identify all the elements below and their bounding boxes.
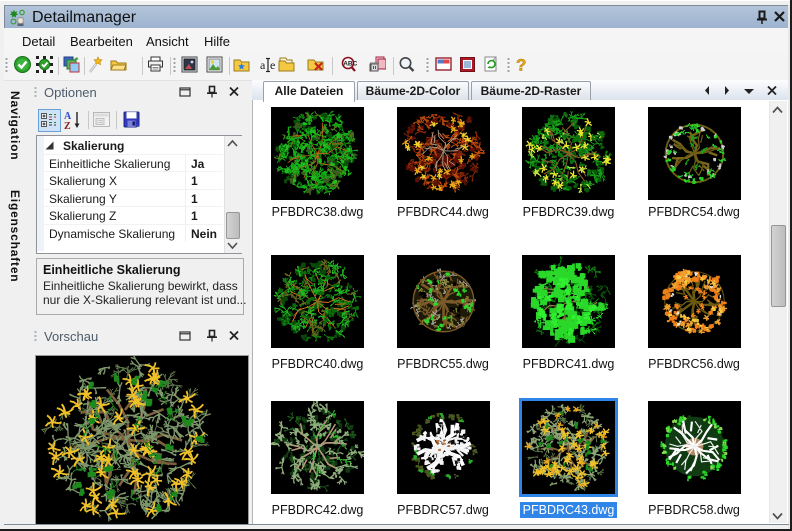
svg-text:Z: Z: [64, 121, 71, 130]
svg-text:?: ?: [516, 56, 526, 73]
svg-text:ABC: ABC: [343, 61, 357, 68]
svg-text:a: a: [260, 58, 266, 72]
svg-text:e: e: [270, 58, 275, 72]
